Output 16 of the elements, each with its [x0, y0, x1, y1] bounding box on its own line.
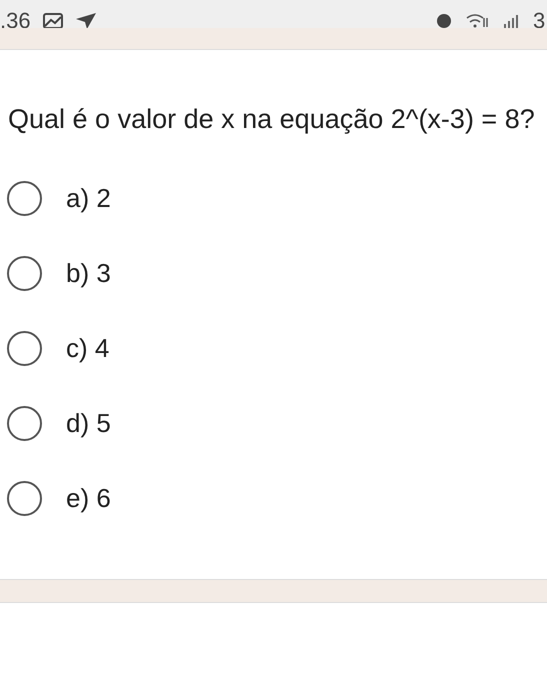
question-text: Qual é o valor de x na equação 2^(x-3) = 8? — [7, 103, 536, 136]
answer-option[interactable]: d) 5 — [7, 406, 547, 441]
answer-option[interactable]: c) 4 — [7, 331, 547, 366]
radio-button[interactable] — [7, 406, 42, 441]
signal-icon — [503, 14, 521, 28]
gallery-icon — [42, 13, 63, 28]
radio-button[interactable] — [7, 331, 42, 366]
radio-button[interactable] — [7, 481, 42, 516]
answer-option[interactable]: a) 2 — [7, 181, 547, 216]
battery-level: 3 — [533, 10, 546, 28]
answer-option[interactable]: e) 6 — [7, 481, 547, 516]
wifi-icon — [465, 14, 491, 28]
radio-button[interactable] — [7, 181, 42, 216]
status-time: .36 — [0, 10, 31, 28]
answer-option[interactable]: b) 3 — [7, 256, 547, 291]
radio-button[interactable] — [7, 256, 42, 291]
